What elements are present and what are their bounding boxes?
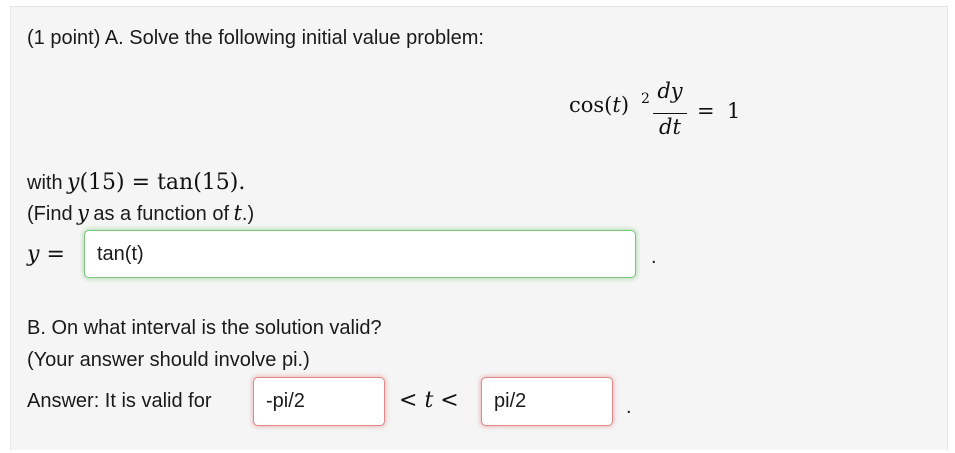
initial-condition: with y(15) = tan(15).	[27, 170, 245, 195]
condition-arg: (15)	[79, 170, 125, 195]
ode-rhs: 1	[727, 99, 741, 123]
answer-a-equals: =	[46, 242, 65, 267]
condition-y: y	[67, 170, 80, 195]
answer-a-label: y =	[27, 242, 65, 267]
condition-rhs: tan(15)	[157, 170, 239, 195]
find-var-t: t	[233, 201, 242, 225]
fraction-bar	[653, 113, 687, 114]
condition-period: .	[238, 170, 246, 195]
answer-a-input[interactable]: tan(t)	[84, 230, 636, 278]
inequality-left: <	[399, 388, 418, 413]
derivative-denominator: dt	[659, 115, 681, 139]
find-mid: as a function of	[93, 203, 230, 225]
find-open: (Find	[27, 203, 73, 225]
condition-prefix: with	[27, 172, 63, 194]
upper-bound-value: pi/2	[494, 390, 527, 412]
lower-bound-input[interactable]: -pi/2	[253, 377, 385, 426]
inequality-right: <	[440, 388, 459, 413]
part-b-answer-label: Answer: It is valid for	[27, 390, 212, 412]
derivative-numerator: dy	[657, 79, 683, 103]
cos-function: cos(	[569, 93, 613, 117]
ode-lhs: cos(t)	[569, 93, 629, 117]
cos-variable: t	[612, 93, 621, 117]
condition-equals: =	[131, 170, 151, 195]
part-b-hint: (Your answer should involve pi.)	[27, 349, 310, 371]
find-instruction: (Find y as a function of t.)	[27, 201, 254, 226]
answer-a-value: tan(t)	[97, 242, 144, 265]
ode-exponent: 2	[641, 91, 650, 107]
answer-a-period: .	[651, 246, 657, 268]
part-b-period: .	[626, 396, 632, 418]
inequality-var: t	[424, 388, 434, 413]
answer-a-y: y	[27, 242, 40, 267]
cos-close: )	[620, 93, 630, 117]
find-var-y: y	[77, 201, 89, 225]
interval-inequality: < t <	[399, 388, 459, 413]
find-close: .)	[241, 203, 255, 225]
lower-bound-value: -pi/2	[266, 390, 305, 412]
ode-equals: =	[697, 99, 715, 123]
problem-header: (1 point) A. Solve the following initial…	[27, 27, 484, 49]
problem-panel: (1 point) A. Solve the following initial…	[10, 6, 948, 450]
part-b-question: B. On what interval is the solution vali…	[27, 317, 382, 339]
upper-bound-input[interactable]: pi/2	[481, 377, 613, 426]
